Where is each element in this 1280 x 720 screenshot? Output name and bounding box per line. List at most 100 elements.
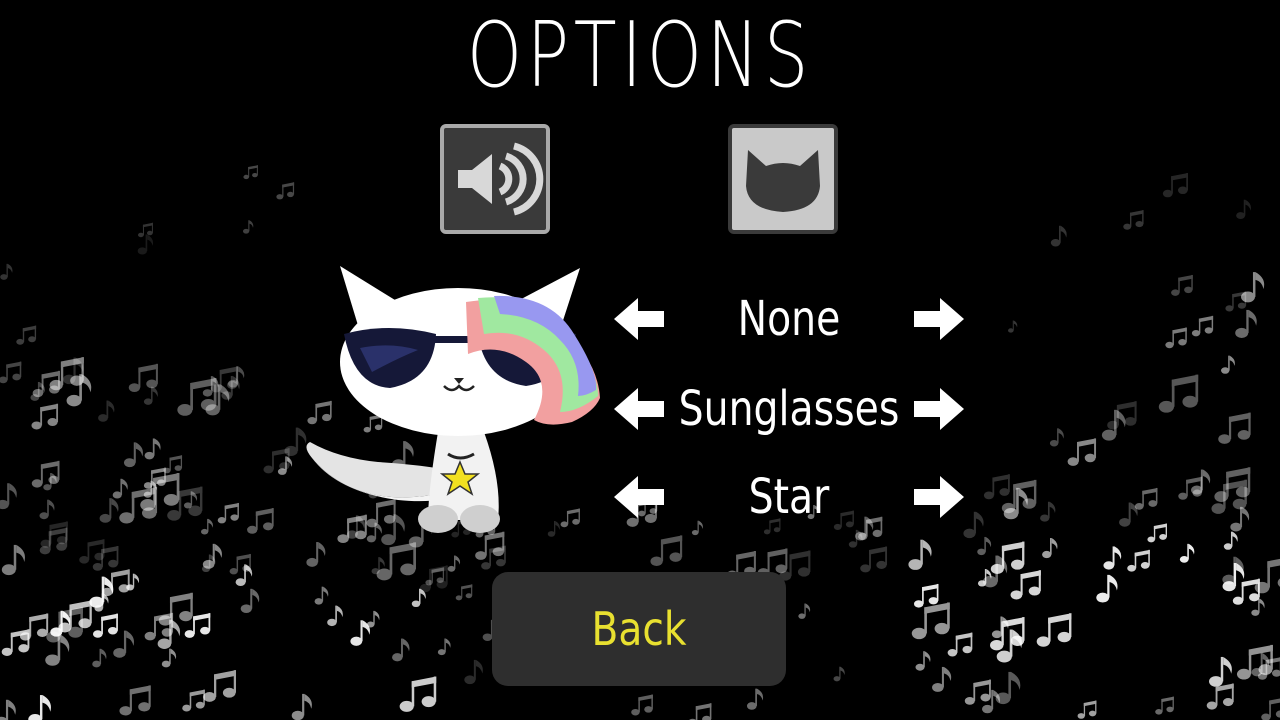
music-note-icon bbox=[1107, 401, 1137, 430]
music-note-icon bbox=[447, 555, 461, 572]
music-note-icon bbox=[419, 565, 448, 593]
music-note-icon bbox=[1001, 479, 1037, 514]
music-note-icon bbox=[89, 576, 114, 608]
music-note-icon bbox=[144, 612, 174, 641]
music-note-icon bbox=[31, 460, 60, 488]
music-note-icon bbox=[915, 651, 931, 671]
music-note-icon bbox=[1103, 546, 1122, 570]
music-note-icon bbox=[977, 569, 992, 587]
music-note-icon bbox=[31, 403, 59, 430]
music-note-icon bbox=[1251, 598, 1265, 616]
music-note-icon bbox=[977, 536, 992, 556]
cat-preview bbox=[298, 262, 608, 542]
music-note-icon bbox=[39, 527, 68, 555]
back-button[interactable]: Back bbox=[492, 572, 786, 686]
music-note-icon bbox=[1008, 320, 1018, 333]
music-note-icon bbox=[392, 638, 410, 662]
music-note-icon bbox=[1225, 291, 1247, 312]
music-note-icon bbox=[163, 455, 183, 474]
music-note-icon bbox=[1067, 438, 1097, 466]
music-note-icon bbox=[1214, 467, 1251, 502]
music-note-icon bbox=[92, 648, 107, 668]
music-note-icon bbox=[0, 263, 13, 280]
music-note-icon bbox=[39, 499, 55, 520]
music-note-icon bbox=[1221, 355, 1235, 374]
arrow-right-icon[interactable] bbox=[910, 472, 966, 522]
music-note-icon bbox=[210, 366, 238, 393]
music-note-icon bbox=[1049, 428, 1064, 447]
options-screen: OPTIONS None Sunglasses Star Back bbox=[0, 0, 1280, 720]
music-note-icon bbox=[833, 666, 845, 682]
music-note-icon bbox=[746, 688, 764, 710]
accessory-row-necklace: Star bbox=[608, 462, 970, 532]
music-note-icon bbox=[49, 357, 84, 391]
music-note-icon bbox=[1191, 469, 1211, 495]
music-note-icon bbox=[1230, 506, 1250, 532]
music-note-icon bbox=[157, 619, 181, 649]
music-note-icon bbox=[217, 502, 239, 524]
music-note-icon bbox=[1254, 558, 1280, 594]
arrow-right-icon[interactable] bbox=[910, 384, 966, 434]
music-note-icon bbox=[119, 685, 151, 716]
music-note-icon bbox=[481, 545, 506, 570]
arrow-left-icon[interactable] bbox=[612, 384, 668, 434]
sound-tab-button[interactable] bbox=[440, 124, 550, 234]
music-note-icon bbox=[43, 473, 57, 491]
music-note-icon bbox=[137, 234, 154, 255]
music-note-icon bbox=[1235, 309, 1257, 338]
music-note-icon bbox=[464, 659, 483, 685]
arrow-left-icon[interactable] bbox=[612, 472, 668, 522]
music-note-icon bbox=[1251, 653, 1270, 677]
music-note-icon bbox=[376, 542, 416, 581]
music-note-icon bbox=[983, 474, 1010, 500]
music-note-icon bbox=[19, 613, 49, 641]
music-note-icon bbox=[161, 648, 177, 668]
music-note-icon bbox=[990, 541, 1025, 574]
music-note-icon bbox=[455, 584, 473, 601]
music-note-icon bbox=[112, 478, 128, 499]
arrow-right-icon[interactable] bbox=[910, 294, 966, 344]
music-note-icon bbox=[229, 553, 251, 575]
music-note-icon bbox=[1, 629, 30, 657]
music-note-icon bbox=[158, 592, 193, 626]
music-note-icon bbox=[113, 630, 135, 658]
music-note-icon bbox=[1236, 644, 1273, 680]
music-note-icon bbox=[28, 695, 51, 720]
music-note-icon bbox=[399, 676, 437, 712]
music-note-icon bbox=[1147, 523, 1167, 543]
music-note-icon bbox=[221, 375, 240, 400]
music-note-icon bbox=[306, 542, 326, 567]
music-note-icon bbox=[1236, 199, 1251, 220]
music-note-icon bbox=[1232, 578, 1260, 605]
music-note-icon bbox=[16, 325, 37, 345]
music-note-icon bbox=[205, 384, 230, 416]
music-note-icon bbox=[227, 366, 245, 388]
music-note-icon bbox=[1119, 502, 1138, 527]
music-note-icon bbox=[964, 679, 991, 705]
music-note-icon bbox=[138, 222, 153, 238]
arrow-left-icon[interactable] bbox=[612, 294, 668, 344]
music-note-icon bbox=[1223, 531, 1238, 550]
music-note-icon bbox=[1257, 657, 1280, 680]
music-note-icon bbox=[167, 486, 203, 521]
music-note-icon bbox=[177, 378, 217, 416]
music-note-icon bbox=[1123, 210, 1144, 230]
music-note-icon bbox=[1096, 574, 1118, 603]
music-note-icon bbox=[327, 605, 343, 627]
music-note-icon bbox=[1101, 409, 1126, 441]
music-note-icon bbox=[1050, 225, 1067, 247]
music-note-icon bbox=[99, 498, 119, 523]
music-note-icon bbox=[631, 694, 653, 716]
music-note-icon bbox=[1134, 487, 1158, 510]
music-note-icon bbox=[143, 386, 158, 405]
music-note-icon bbox=[860, 546, 888, 573]
music-note-icon bbox=[128, 363, 158, 392]
music-note-icon bbox=[1165, 327, 1187, 349]
music-note-icon bbox=[1191, 315, 1214, 337]
cat-customize-tab-button[interactable] bbox=[728, 124, 838, 234]
music-note-icon bbox=[411, 588, 426, 608]
music-note-icon bbox=[92, 613, 118, 638]
music-note-icon bbox=[94, 593, 109, 612]
cat-head-icon bbox=[746, 150, 820, 212]
music-note-icon bbox=[1178, 476, 1203, 500]
